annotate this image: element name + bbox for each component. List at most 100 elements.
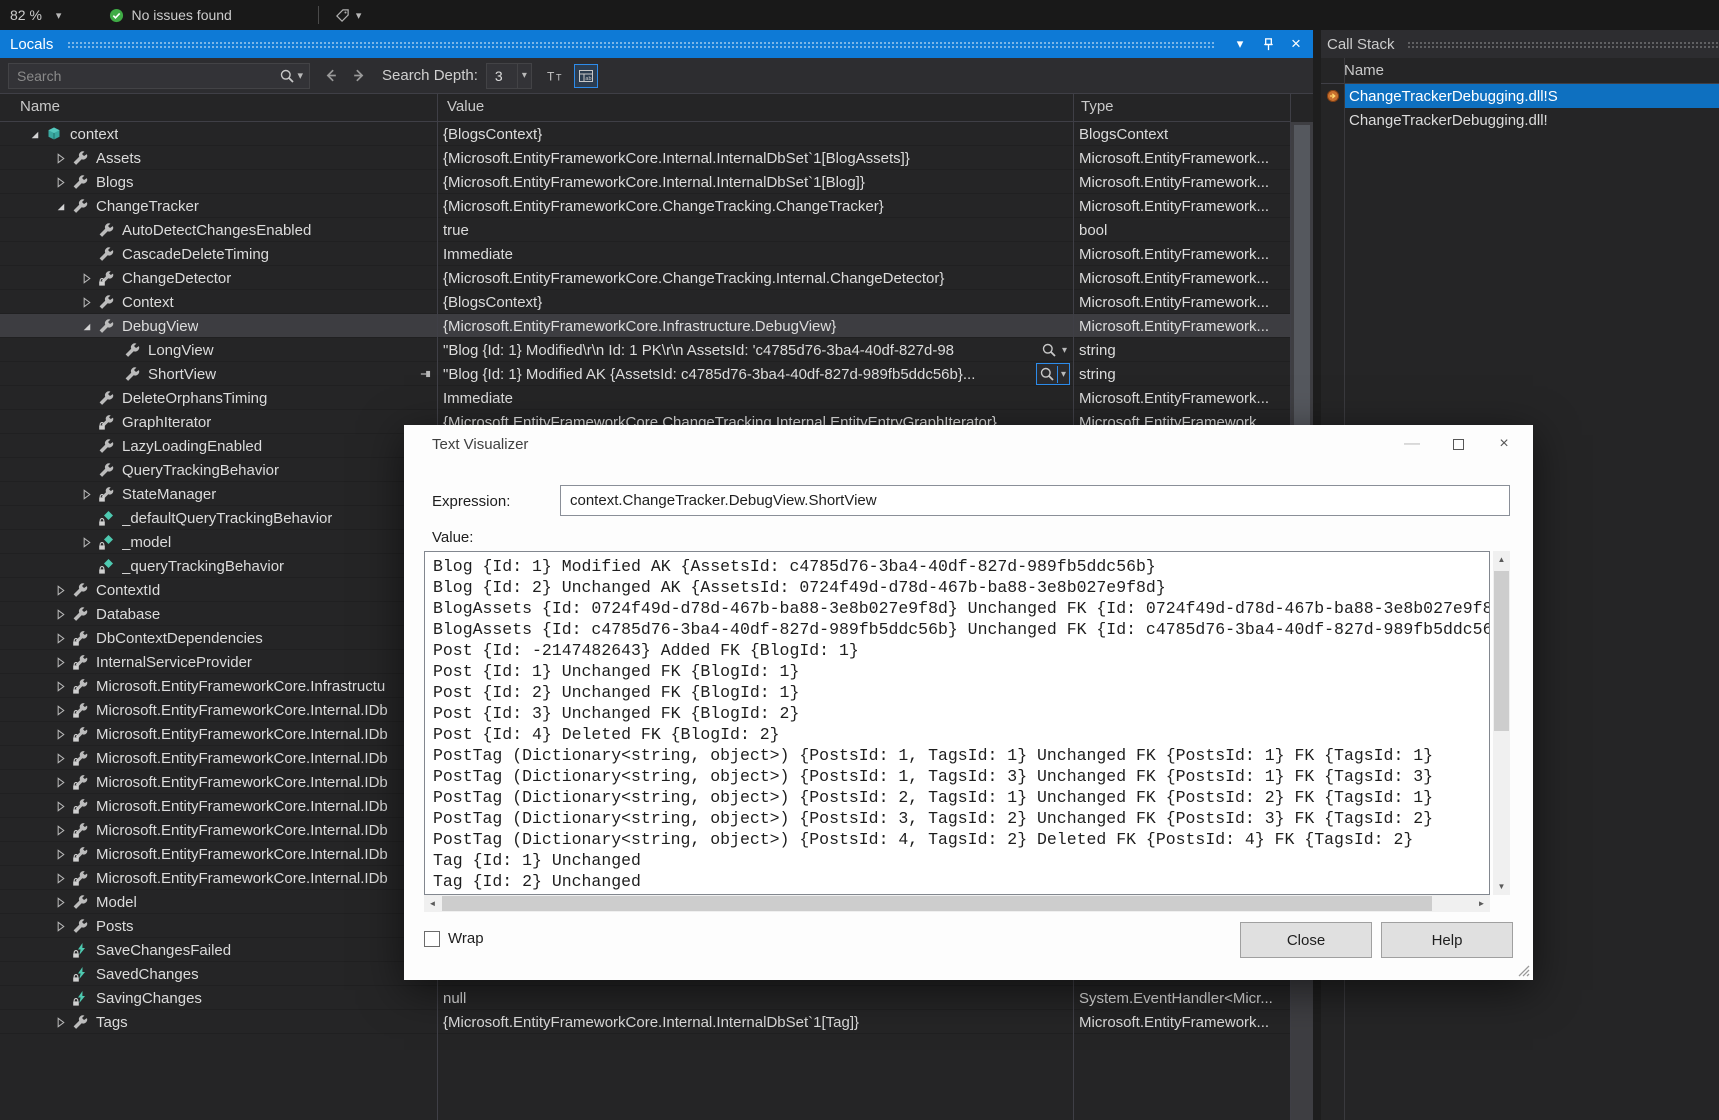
call-stack-column-name[interactable]: Name (1344, 62, 1384, 79)
drag-handle[interactable] (67, 40, 1215, 49)
call-stack-frame[interactable]: ChangeTrackerDebugging.dll!S (1321, 84, 1719, 108)
drag-handle[interactable] (1407, 40, 1719, 49)
checkbox-box[interactable] (424, 931, 440, 947)
tree-expand-icon[interactable] (50, 919, 70, 934)
locals-title-bar[interactable]: Locals ▾ × (0, 30, 1313, 58)
expression-input[interactable] (560, 485, 1510, 516)
scroll-right-icon[interactable]: ► (1473, 895, 1490, 912)
scroll-left-icon[interactable]: ◄ (424, 895, 441, 912)
variable-value[interactable]: null▾ (437, 986, 1073, 1010)
call-stack-frame[interactable]: ChangeTrackerDebugging.dll! (1321, 108, 1719, 132)
search-input[interactable] (9, 68, 279, 84)
variable-value[interactable]: {BlogsContext}▾ (437, 290, 1073, 314)
tree-expand-icon[interactable] (50, 655, 70, 670)
minimize-button[interactable]: — (1389, 425, 1435, 463)
dialog-title-bar[interactable]: Text Visualizer — × (404, 425, 1533, 463)
variable-value[interactable]: true▾ (437, 218, 1073, 242)
locals-row[interactable]: LongView"Blog {Id: 1} Modified\r\n Id: 1… (0, 338, 1290, 362)
column-header-value[interactable]: Value (447, 98, 484, 115)
visualizer-vscrollbar[interactable]: ▲ ▼ (1493, 551, 1510, 895)
search-depth-select[interactable]: 3 ▾ (486, 63, 532, 89)
locals-row[interactable]: Tags{Microsoft.EntityFrameworkCore.Inter… (0, 1010, 1290, 1034)
tree-collapse-icon[interactable] (50, 199, 70, 214)
tree-expand-icon[interactable] (76, 535, 96, 550)
column-header-type[interactable]: Type (1081, 98, 1114, 115)
tree-expand-icon[interactable] (50, 871, 70, 886)
tree-expand-icon[interactable] (50, 799, 70, 814)
tree-expand-icon[interactable] (50, 583, 70, 598)
tree-expand-icon[interactable] (50, 823, 70, 838)
zoom-select[interactable]: 82 % ▾ (10, 7, 61, 23)
pin-to-source-icon[interactable] (420, 367, 434, 381)
search-options-caret-icon[interactable]: ▾ (297, 69, 303, 82)
variable-value[interactable]: {Microsoft.EntityFrameworkCore.ChangeTra… (437, 194, 1073, 218)
text-view-icon[interactable]: TT (546, 68, 564, 84)
tree-expand-icon[interactable] (50, 1015, 70, 1030)
tree-expand-icon[interactable] (50, 727, 70, 742)
pin-icon[interactable] (1257, 37, 1279, 52)
locals-row[interactable]: ChangeDetector{Microsoft.EntityFramework… (0, 266, 1290, 290)
locals-row[interactable]: AutoDetectChangesEnabledtrue▾bool (0, 218, 1290, 242)
locals-row[interactable]: Blogs{Microsoft.EntityFrameworkCore.Inte… (0, 170, 1290, 194)
back-arrow-icon[interactable] (322, 67, 339, 84)
variable-value[interactable]: Immediate▾ (437, 386, 1073, 410)
wrap-checkbox[interactable]: Wrap (424, 930, 484, 947)
variable-value[interactable]: {Microsoft.EntityFrameworkCore.Internal.… (437, 1010, 1073, 1034)
scrollbar-thumb[interactable] (442, 896, 1432, 911)
visualizer-caret-icon[interactable]: ▾ (1057, 366, 1069, 383)
tree-expand-icon[interactable] (50, 751, 70, 766)
tree-expand-icon[interactable] (76, 295, 96, 310)
frame-label[interactable]: ChangeTrackerDebugging.dll!S (1344, 84, 1719, 108)
scroll-up-icon[interactable]: ▲ (1493, 551, 1510, 568)
variable-value[interactable]: {Microsoft.EntityFrameworkCore.Internal.… (437, 146, 1073, 170)
tree-expand-icon[interactable] (50, 847, 70, 862)
close-dialog-button[interactable]: Close (1240, 922, 1372, 958)
tree-expand-icon[interactable] (50, 631, 70, 646)
variable-value[interactable]: {Microsoft.EntityFrameworkCore.Internal.… (437, 170, 1073, 194)
variable-value[interactable]: "Blog {Id: 1} Modified\r\n Id: 1 PK\r\n … (437, 338, 1073, 362)
close-icon[interactable]: × (1285, 34, 1307, 54)
magnifier-icon[interactable] (1039, 341, 1059, 359)
tree-collapse-icon[interactable] (24, 127, 44, 142)
tree-expand-icon[interactable] (76, 271, 96, 286)
scroll-down-icon[interactable]: ▼ (1493, 878, 1510, 895)
visualizer-caret-icon[interactable]: ▾ (1059, 342, 1070, 359)
variable-value[interactable]: {BlogsContext}▾ (437, 122, 1073, 146)
variable-value[interactable]: Immediate▾ (437, 242, 1073, 266)
forward-arrow-icon[interactable] (351, 67, 368, 84)
close-icon[interactable]: × (1481, 425, 1527, 463)
column-header-name[interactable]: Name (20, 98, 60, 115)
variable-value[interactable]: {Microsoft.EntityFrameworkCore.ChangeTra… (437, 266, 1073, 290)
tree-expand-icon[interactable] (76, 487, 96, 502)
locals-row[interactable]: SavingChangesnull▾System.EventHandler<Mi… (0, 986, 1290, 1010)
tree-expand-icon[interactable] (50, 895, 70, 910)
scrollbar-thumb[interactable] (1294, 125, 1310, 425)
tag-button[interactable]: ▾ (335, 8, 362, 23)
variable-value[interactable]: "Blog {Id: 1} Modified AK {AssetsId: c47… (437, 362, 1073, 386)
tree-expand-icon[interactable] (50, 151, 70, 166)
variable-value[interactable]: {Microsoft.EntityFrameworkCore.Infrastru… (437, 314, 1073, 338)
help-button[interactable]: Help (1381, 922, 1513, 958)
search-icon[interactable] (279, 68, 295, 84)
visualizer-hscrollbar[interactable]: ◄ ► (424, 895, 1490, 912)
issues-status[interactable]: No issues found (109, 7, 231, 23)
tree-expand-icon[interactable] (50, 607, 70, 622)
tree-expand-icon[interactable] (50, 703, 70, 718)
call-stack-title-bar[interactable]: Call Stack (1321, 30, 1719, 58)
tree-collapse-icon[interactable] (76, 319, 96, 334)
maximize-button[interactable] (1435, 425, 1481, 463)
locals-row[interactable]: ShortView"Blog {Id: 1} Modified AK {Asse… (0, 362, 1290, 386)
frame-label[interactable]: ChangeTrackerDebugging.dll! (1344, 108, 1719, 132)
magnifier-icon[interactable] (1037, 365, 1057, 383)
locals-row[interactable]: CascadeDeleteTimingImmediate▾Microsoft.E… (0, 242, 1290, 266)
tree-expand-icon[interactable] (50, 775, 70, 790)
tree-expand-icon[interactable] (50, 679, 70, 694)
grid-view-icon[interactable]: ab (574, 64, 598, 88)
locals-row[interactable]: context{BlogsContext}▾BlogsContext (0, 122, 1290, 146)
tree-expand-icon[interactable] (50, 175, 70, 190)
locals-row[interactable]: DeleteOrphansTimingImmediate▾Microsoft.E… (0, 386, 1290, 410)
scrollbar-thumb[interactable] (1494, 571, 1509, 731)
locals-row[interactable]: ChangeTracker{Microsoft.EntityFrameworkC… (0, 194, 1290, 218)
locals-row[interactable]: Assets{Microsoft.EntityFrameworkCore.Int… (0, 146, 1290, 170)
locals-row[interactable]: Context{BlogsContext}▾Microsoft.EntityFr… (0, 290, 1290, 314)
